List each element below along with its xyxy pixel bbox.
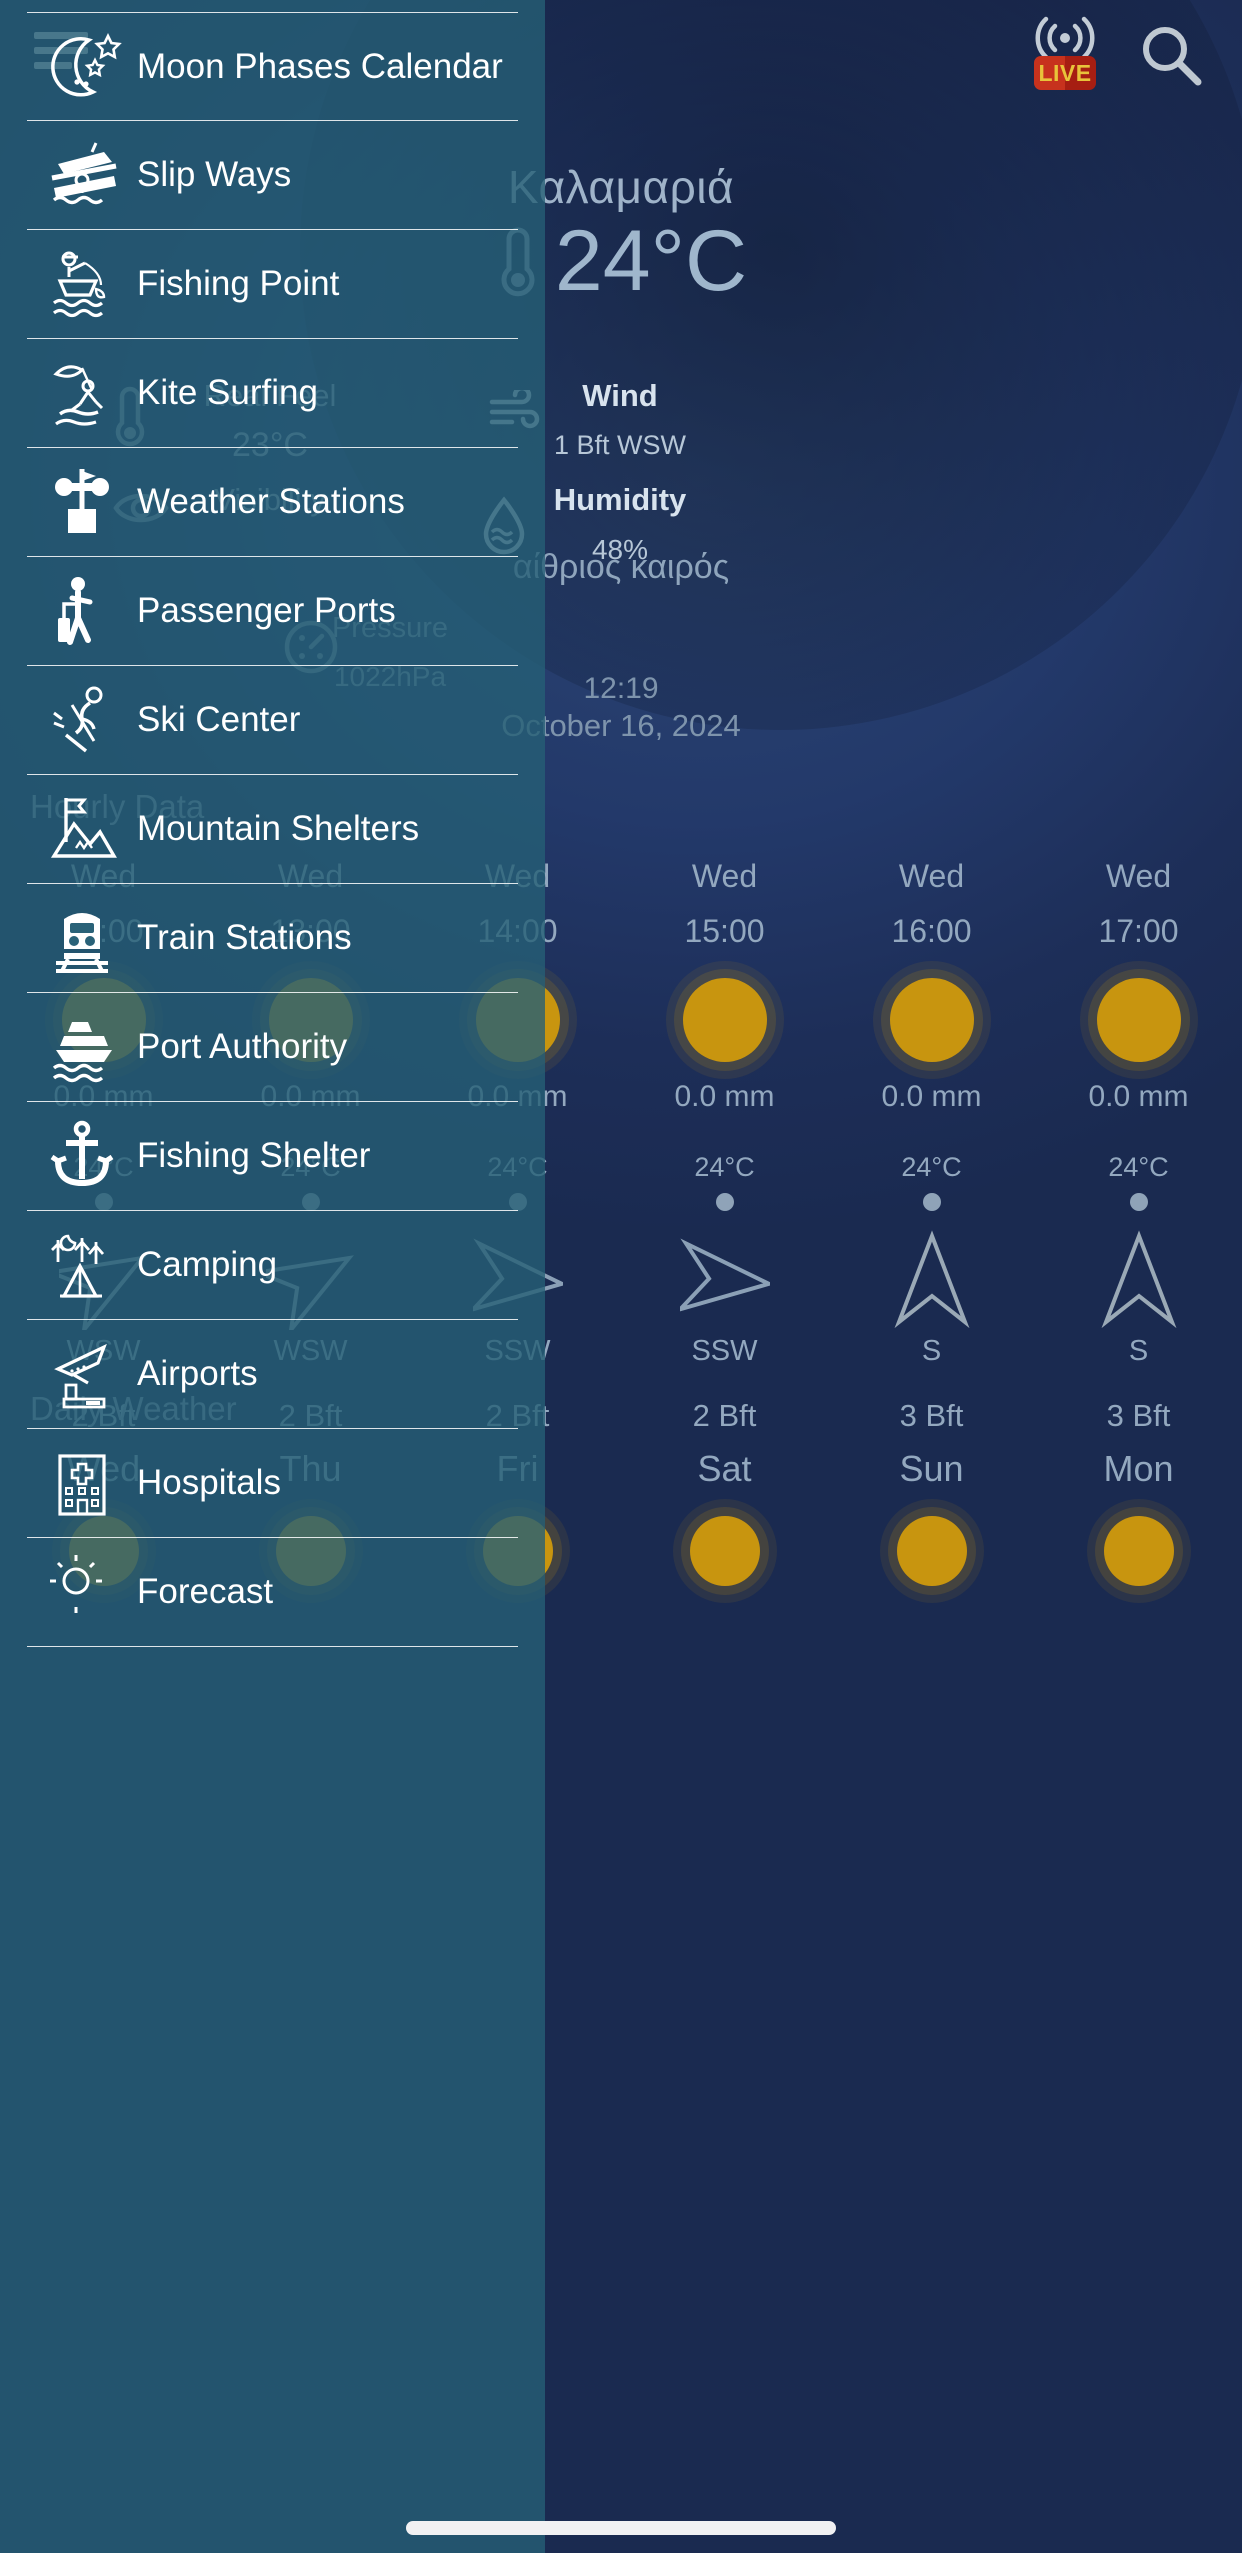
sun-icon <box>828 1516 1035 1586</box>
hourly-column[interactable]: Wed 17:00 0.0 mm 24°C S 3 Bft <box>1035 858 1242 1434</box>
home-indicator <box>406 2521 836 2535</box>
drawer-item-label: Moon Phases Calendar <box>137 46 503 86</box>
hour-temp: 24°C <box>901 1152 962 1182</box>
passenger-icon <box>41 574 127 648</box>
hour-day: Wed <box>691 858 758 894</box>
ferry-icon <box>41 1010 127 1084</box>
hourly-column[interactable]: Wed 16:00 0.0 mm 24°C S 3 Bft <box>828 858 1035 1434</box>
drawer-item-mountain-shelters[interactable]: Mountain Shelters <box>27 775 518 884</box>
broadcast-icon <box>1035 16 1095 60</box>
hour-wind-dir: SSW <box>691 1335 758 1367</box>
daily-column[interactable]: Sun <box>828 1448 1035 1586</box>
search-icon[interactable] <box>1136 22 1206 92</box>
hour-precip: 0.0 mm <box>1088 1080 1189 1113</box>
wind-arrow-icon <box>621 1225 828 1335</box>
hour-precip: 0.0 mm <box>881 1080 982 1113</box>
drawer-item-airports[interactable]: Airports <box>27 1320 518 1429</box>
fishing-boat-icon <box>41 247 127 321</box>
hourly-column[interactable]: Wed 15:00 0.0 mm 24°C SSW 2 Bft <box>621 858 828 1434</box>
hour-time: 16:00 <box>891 913 972 949</box>
drawer-item-fishing-shelter[interactable]: Fishing Shelter <box>27 1102 518 1211</box>
drawer-item-label: Camping <box>137 1245 278 1284</box>
sun-icon <box>1035 1516 1242 1586</box>
drawer-item-forecast[interactable]: Forecast <box>27 1538 518 1647</box>
sun-icon <box>621 960 828 1080</box>
drawer-item-label: Passenger Ports <box>137 591 396 630</box>
hour-day: Wed <box>898 858 965 894</box>
drawer-item-camping[interactable]: Camping <box>27 1211 518 1320</box>
drawer-item-ski-center[interactable]: Ski Center <box>27 666 518 775</box>
drawer-item-label: Fishing Point <box>137 264 340 303</box>
camping-tent-icon <box>41 1228 127 1302</box>
live-button[interactable]: LIVE <box>1028 16 1102 102</box>
drawer-item-port-authority[interactable]: Port Authority <box>27 993 518 1102</box>
drawer-item-label: Kite Surfing <box>137 373 318 412</box>
mountain-shelter-icon <box>41 792 127 866</box>
drawer-item-label: Weather Stations <box>137 482 405 521</box>
anchor-icon <box>41 1119 127 1193</box>
sun-cloud-icon <box>41 1555 127 1629</box>
day-name: Mon <box>1103 1448 1174 1489</box>
hour-wind-dir: S <box>921 1335 942 1367</box>
daily-column[interactable]: Sat <box>621 1448 828 1586</box>
hour-temp: 24°C <box>1108 1152 1169 1182</box>
sun-icon <box>621 1516 828 1586</box>
temperature-value: 24°C <box>554 213 748 309</box>
hour-time: 17:00 <box>1098 913 1179 949</box>
hour-time: 15:00 <box>684 913 765 949</box>
hour-wind-force: 2 Bft <box>692 1398 757 1433</box>
side-drawer[interactable]: Moon Phases Calendar Slip Ways Fishing P… <box>0 0 545 2553</box>
wind-arrow-icon <box>1035 1225 1242 1335</box>
day-name: Sat <box>697 1448 752 1489</box>
hour-wind-force: 3 Bft <box>1106 1398 1171 1433</box>
drawer-item-label: Mountain Shelters <box>137 809 420 848</box>
wind-arrow-icon <box>828 1225 1035 1335</box>
temp-dot <box>922 1193 941 1211</box>
hour-wind-dir: S <box>1128 1335 1149 1367</box>
temp-dot <box>715 1193 734 1211</box>
hour-temp: 24°C <box>694 1152 755 1182</box>
drawer-item-weather-stations[interactable]: Weather Stations <box>27 448 518 557</box>
weather-station-icon <box>41 465 127 539</box>
kite-surfing-icon <box>41 356 127 430</box>
drawer-item-train-stations[interactable]: Train Stations <box>27 884 518 993</box>
airplane-icon <box>41 1337 127 1411</box>
drawer-item-passenger-ports[interactable]: Passenger Ports <box>27 557 518 666</box>
sun-icon <box>828 960 1035 1080</box>
skier-icon <box>41 683 127 757</box>
drawer-item-label: Port Authority <box>137 1027 348 1066</box>
train-icon <box>41 901 127 975</box>
hospital-icon <box>41 1446 127 1520</box>
drawer-item-label: Train Stations <box>137 918 352 957</box>
drawer-item-label: Airports <box>137 1354 258 1393</box>
hour-precip: 0.0 mm <box>674 1080 775 1113</box>
drawer-item-label: Slip Ways <box>137 155 292 194</box>
moon-stars-icon <box>41 30 127 104</box>
hour-wind-force: 3 Bft <box>899 1398 964 1433</box>
drawer-item-hospitals[interactable]: Hospitals <box>27 1429 518 1538</box>
slipway-boat-icon <box>41 138 127 212</box>
drawer-item-kite-surfing[interactable]: Kite Surfing <box>27 339 518 448</box>
drawer-item-label: Fishing Shelter <box>137 1136 371 1175</box>
drawer-item-moon-phases-calendar[interactable]: Moon Phases Calendar <box>27 12 518 121</box>
drawer-list[interactable]: Moon Phases Calendar Slip Ways Fishing P… <box>0 12 545 1647</box>
temp-dot <box>1129 1193 1148 1211</box>
drawer-item-label: Ski Center <box>137 700 301 739</box>
sun-icon <box>1035 960 1242 1080</box>
drawer-item-slip-ways[interactable]: Slip Ways <box>27 121 518 230</box>
live-badge: LIVE <box>1034 56 1096 90</box>
day-name: Sun <box>899 1448 964 1489</box>
daily-column[interactable]: Mon <box>1035 1448 1242 1586</box>
drawer-item-label: Hospitals <box>137 1463 281 1502</box>
drawer-item-label: Forecast <box>137 1572 274 1611</box>
drawer-item-fishing-point[interactable]: Fishing Point <box>27 230 518 339</box>
hour-day: Wed <box>1105 858 1172 894</box>
